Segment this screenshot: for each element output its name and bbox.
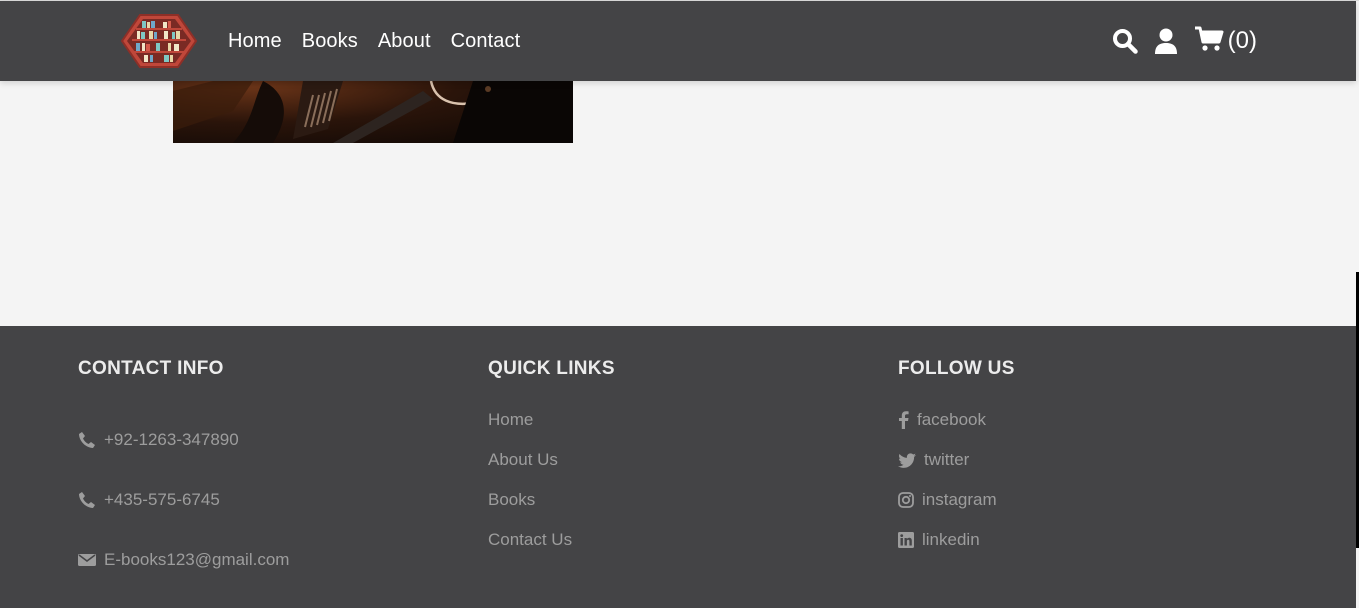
social-linkedin-link[interactable]: linkedin: [922, 530, 980, 550]
quick-link-contact-us[interactable]: Contact Us: [488, 530, 572, 550]
book-cover-image: [173, 81, 573, 143]
facebook-icon: [898, 411, 909, 429]
quick-link-row-home: Home: [488, 410, 533, 430]
quick-link-about-us[interactable]: About Us: [488, 450, 558, 470]
social-twitter-link[interactable]: twitter: [924, 450, 969, 470]
header-actions: (0): [1096, 1, 1257, 81]
social-instagram-link[interactable]: instagram: [922, 490, 997, 510]
main-nav: Home Books About Contact: [228, 1, 540, 81]
linkedin-icon: [898, 532, 914, 548]
social-facebook[interactable]: facebook: [898, 410, 986, 430]
nav-books-link[interactable]: Books: [302, 30, 358, 53]
nav-home-link[interactable]: Home: [228, 30, 282, 53]
contact-phone-1-text: +92-1263-347890: [104, 430, 239, 449]
social-instagram[interactable]: instagram: [898, 490, 997, 510]
cart-icon: [1194, 26, 1224, 57]
contact-phone-2-text: +435-575-6745: [104, 490, 220, 509]
quick-link-row-contact: Contact Us: [488, 530, 572, 550]
contact-phone-1: +92-1263-347890: [78, 430, 239, 450]
phone-icon: [78, 491, 96, 509]
social-twitter[interactable]: twitter: [898, 450, 969, 470]
quick-links-title: QUICK LINKS: [488, 358, 615, 379]
bookshelf-logo-icon[interactable]: [120, 13, 198, 69]
quick-link-row-about: About Us: [488, 450, 558, 470]
contact-email-text: E-books123@gmail.com: [104, 550, 290, 569]
contact-info-title: CONTACT INFO: [78, 358, 224, 379]
quick-link-books[interactable]: Books: [488, 490, 535, 510]
nav-contact-link[interactable]: Contact: [451, 30, 521, 53]
quick-link-home[interactable]: Home: [488, 410, 533, 430]
site-footer: CONTACT INFO +92-1263-347890 +435-575-67…: [0, 326, 1356, 608]
user-icon[interactable]: [1154, 28, 1178, 54]
follow-us-title: FOLLOW US: [898, 358, 1015, 379]
nav-about-link[interactable]: About: [378, 30, 431, 53]
cart-count: (0): [1227, 27, 1257, 54]
envelope-icon: [78, 553, 96, 567]
instagram-icon: [898, 492, 914, 508]
phone-icon: [78, 431, 96, 449]
cart-button[interactable]: (0): [1194, 26, 1257, 57]
search-icon[interactable]: [1112, 28, 1138, 54]
social-linkedin[interactable]: linkedin: [898, 530, 980, 550]
social-facebook-link[interactable]: facebook: [917, 410, 986, 430]
quick-link-row-books: Books: [488, 490, 535, 510]
site-header: Home Books About Contact (0): [0, 1, 1356, 81]
twitter-icon: [898, 452, 916, 468]
contact-phone-2: +435-575-6745: [78, 490, 220, 510]
contact-email: E-books123@gmail.com: [78, 550, 289, 570]
